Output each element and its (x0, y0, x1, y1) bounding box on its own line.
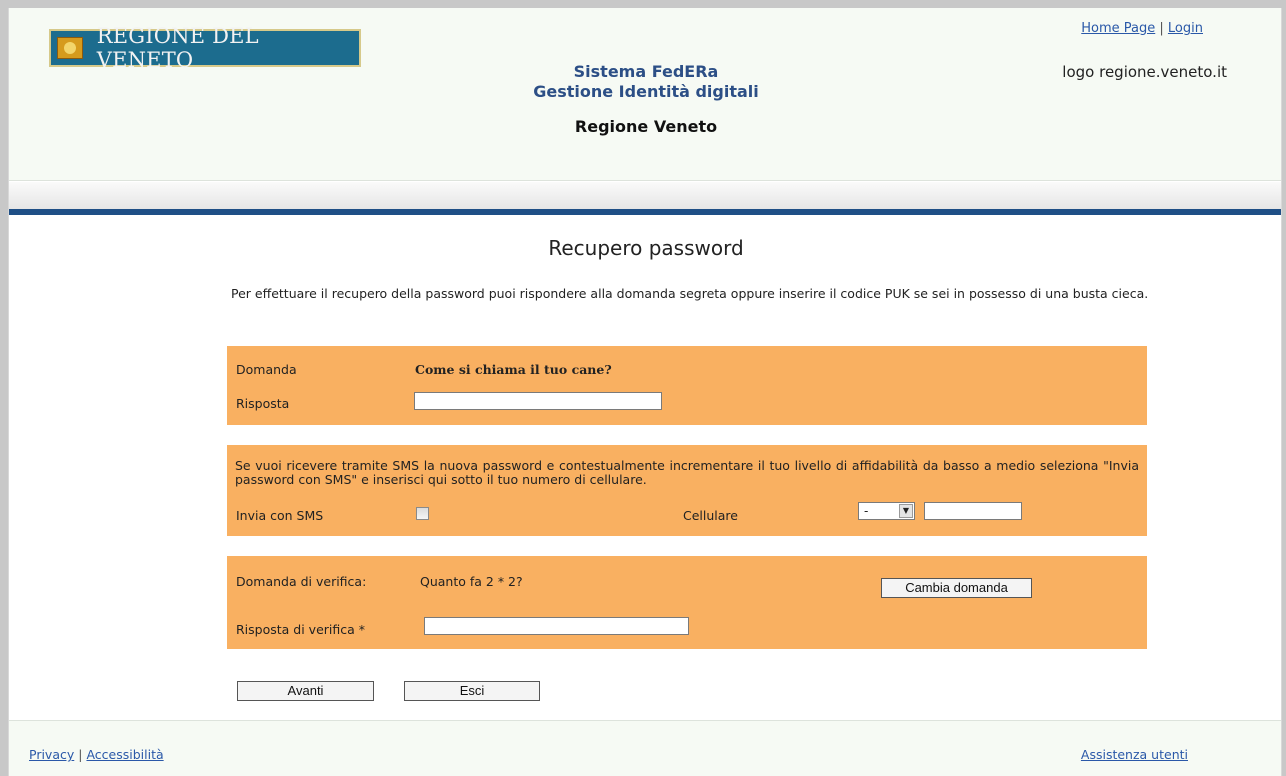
secret-answer-input[interactable] (414, 392, 662, 410)
system-name: Sistema FedERa (573, 62, 719, 81)
footer-separator: | (78, 747, 83, 762)
phone-number-input[interactable] (924, 502, 1022, 520)
system-title: Sistema FedERa Gestione Identità digital… (9, 62, 1283, 137)
login-link[interactable]: Login (1168, 21, 1203, 36)
secret-question-text: Come si chiama il tuo cane? (415, 362, 612, 377)
phone-prefix-select[interactable]: - ▼ (858, 502, 915, 520)
region-name: Regione Veneto (574, 117, 718, 136)
intro-text: Per effettuare il recupero della passwor… (231, 286, 1149, 301)
phone-prefix-value: - (864, 504, 869, 518)
top-links: Home Page | Login (1081, 21, 1203, 36)
answer-label: Risposta (236, 396, 290, 411)
verification-panel: Domanda di verifica: Quanto fa 2 * 2? Ca… (227, 556, 1147, 649)
page-title: Recupero password (548, 236, 744, 260)
next-button[interactable]: Avanti (237, 681, 374, 701)
verification-answer-input[interactable] (424, 617, 689, 635)
header: REGIONE DEL VENETO Home Page | Login log… (9, 8, 1281, 181)
verification-question-text: Quanto fa 2 * 2? (420, 574, 523, 589)
send-sms-checkbox[interactable] (416, 507, 429, 520)
secret-question-panel: Domanda Come si chiama il tuo cane? Risp… (227, 346, 1147, 425)
change-question-button[interactable]: Cambia domanda (881, 578, 1032, 598)
lion-emblem-icon (57, 37, 83, 59)
accessibility-link[interactable]: Accessibilità (86, 747, 163, 762)
privacy-link[interactable]: Privacy (29, 747, 74, 762)
verification-question-label: Domanda di verifica: (236, 574, 367, 589)
footer-links: Privacy | Accessibilità (29, 747, 164, 762)
home-page-link[interactable]: Home Page (1081, 21, 1155, 36)
sms-info-text: Se vuoi ricevere tramite SMS la nuova pa… (235, 458, 1139, 487)
question-label: Domanda (236, 362, 297, 377)
cellphone-label: Cellulare (683, 508, 738, 523)
header-divider (9, 182, 1281, 209)
system-subtitle: Gestione Identità digitali (533, 82, 759, 101)
support-link[interactable]: Assistenza utenti (1081, 747, 1188, 762)
exit-button[interactable]: Esci (404, 681, 540, 701)
verification-answer-label: Risposta di verifica * (236, 622, 366, 637)
top-links-separator: | (1159, 21, 1164, 36)
chevron-down-icon[interactable]: ▼ (899, 504, 913, 518)
page: REGIONE DEL VENETO Home Page | Login log… (8, 8, 1282, 776)
sms-panel: Se vuoi ricevere tramite SMS la nuova pa… (227, 445, 1147, 536)
footer: Privacy | Accessibilità Assistenza utent… (9, 720, 1281, 776)
send-sms-label: Invia con SMS (236, 508, 324, 523)
blue-band (9, 209, 1281, 215)
footer-support: Assistenza utenti (1081, 747, 1188, 762)
